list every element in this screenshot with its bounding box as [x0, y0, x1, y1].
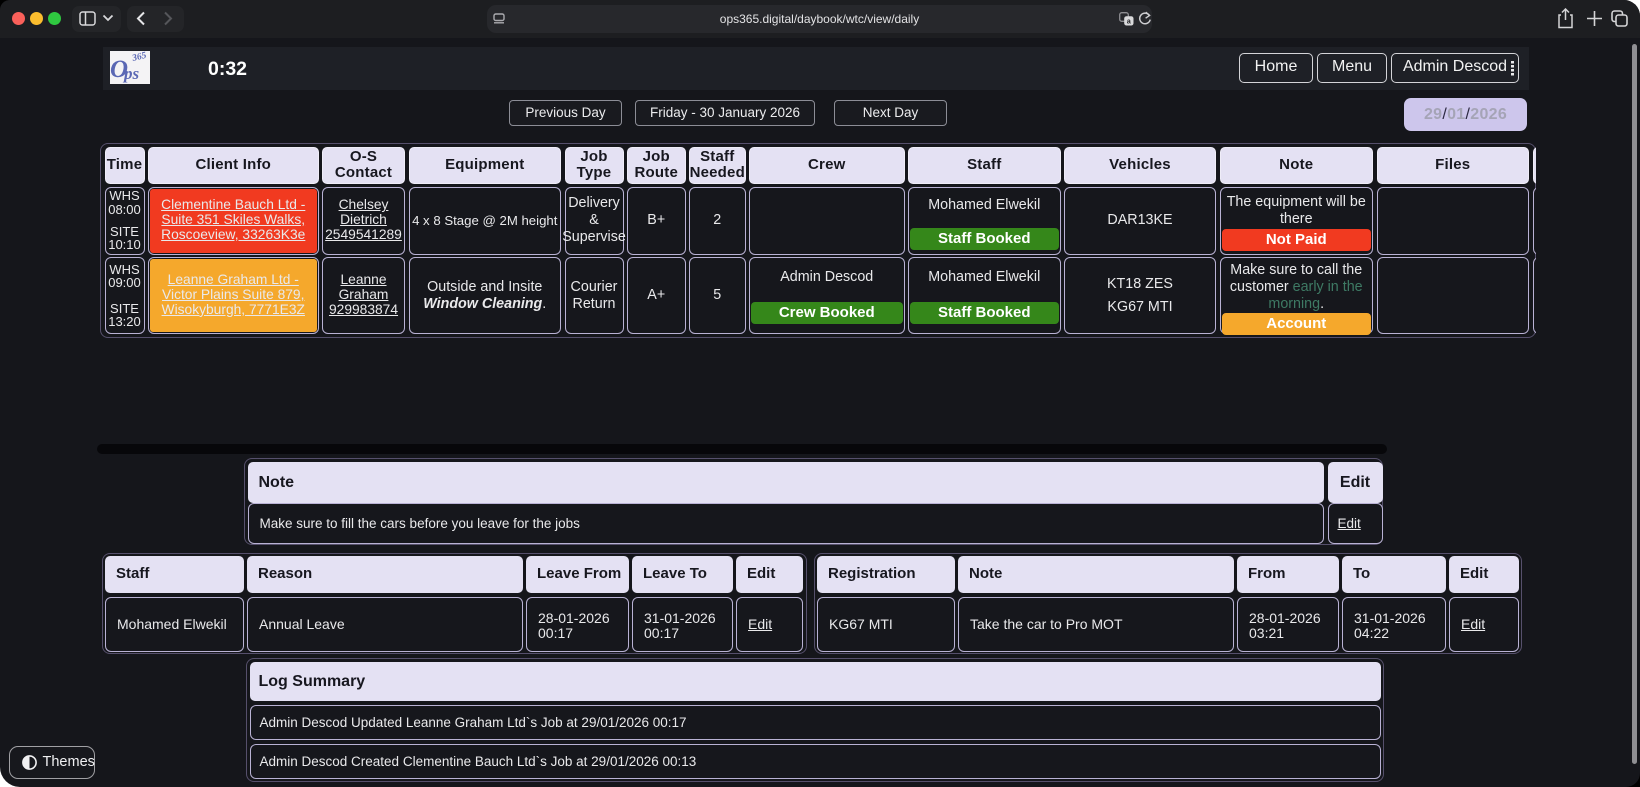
- svg-text:ps: ps: [122, 64, 140, 83]
- svg-text:a: a: [1127, 19, 1131, 26]
